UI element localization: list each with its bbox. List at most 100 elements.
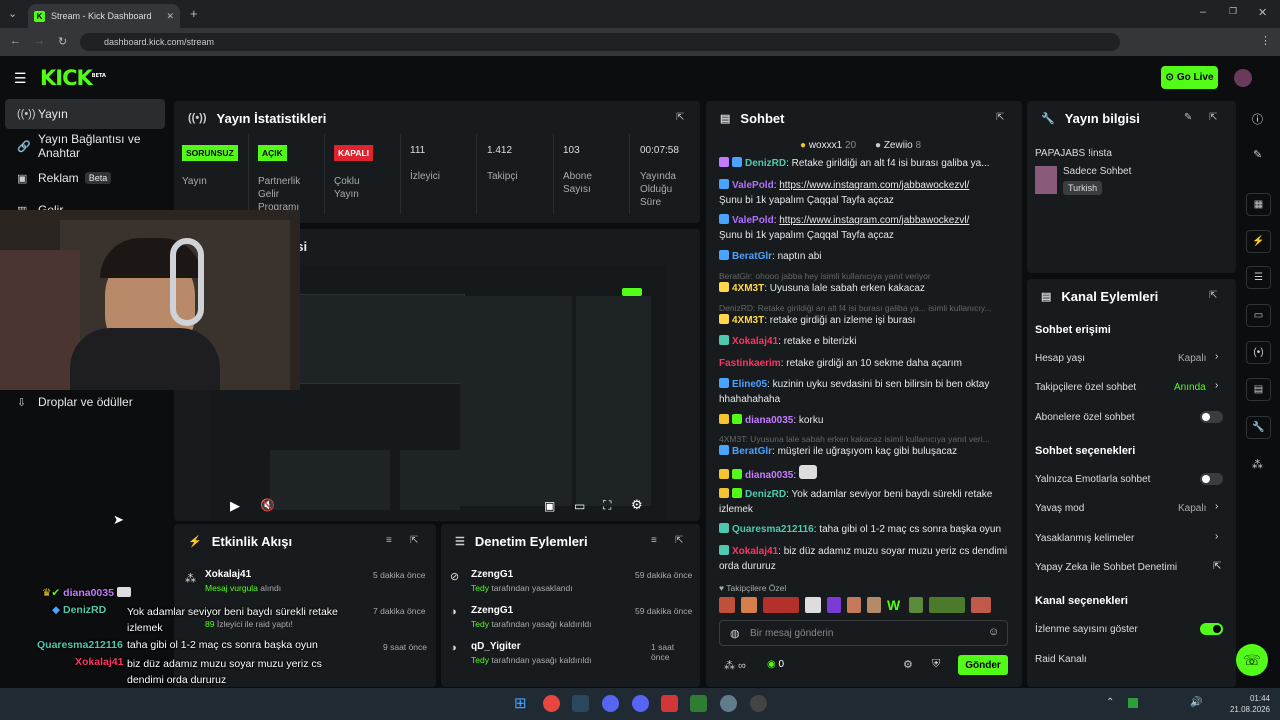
emoji-icon[interactable]: ☺ [988, 626, 999, 638]
show-viewers-toggle[interactable] [1200, 623, 1223, 635]
sidebar-item-ads[interactable]: ▣ Reklam Beta [5, 163, 165, 193]
popout-icon[interactable]: ⇱ [676, 112, 684, 123]
edit-icon[interactable]: ✎ [1184, 112, 1192, 123]
discord-icon[interactable] [632, 695, 649, 712]
fullscreen-icon[interactable]: ⛶ [603, 498, 611, 513]
windows-start-icon[interactable]: ⊞ [514, 695, 531, 712]
overlay-chat-text: Yok adamlar seviyor beni baydı sürekli r… [127, 606, 338, 634]
overlay-chat-line: Quaresma212116 [37, 639, 123, 651]
webcam-overlay [0, 210, 300, 390]
ai-moderation-row[interactable]: Yapay Zeka ile Sohbet Denetimi [1035, 562, 1177, 573]
minimize-icon[interactable]: – [1200, 6, 1206, 18]
actions-icon: ▤ [1041, 290, 1052, 303]
go-live-button[interactable]: ⊙ Go Live [1161, 66, 1218, 89]
chat-message: Quaresma212116: taha gibi ol 1-2 maç cs … [719, 522, 1009, 537]
gear-icon[interactable]: ⚙ [903, 658, 913, 671]
mute-icon[interactable]: 🔇 [260, 498, 275, 512]
emote-only-toggle[interactable] [1200, 473, 1223, 485]
tray-app-icon[interactable] [1128, 698, 1138, 708]
category-name: Sadece Sohbet [1063, 166, 1132, 177]
tray-chevron-icon[interactable]: ⌃ [1106, 697, 1114, 708]
rail-mod-icon[interactable]: ▤ [1246, 378, 1271, 401]
link-icon[interactable]: ⁂ ∞ [724, 659, 746, 672]
slow-mode-row[interactable]: Yavaş mod [1035, 503, 1084, 514]
steam-icon[interactable] [572, 695, 589, 712]
popout-icon[interactable]: ⇱ [1209, 112, 1217, 123]
followers-chat-row[interactable]: Takipçilere özel sohbet [1035, 382, 1136, 393]
sidebar-item-stream-key[interactable]: 🔗 Yayın Bağlantısı ve Anahtar [5, 131, 165, 161]
hamburger-icon[interactable]: ☰ [14, 70, 27, 87]
ad-icon: ▣ [17, 172, 28, 185]
mod-shield-icon[interactable]: ⛨ [932, 658, 940, 671]
mouse-cursor-icon: ➤ [113, 512, 124, 527]
gear-icon[interactable]: ⚙ [631, 497, 643, 513]
play-icon[interactable]: ▶ [230, 498, 240, 514]
raid-row[interactable]: Raid Kanalı [1035, 654, 1087, 665]
avatar[interactable] [1234, 69, 1252, 87]
divider [629, 134, 630, 214]
volume-icon[interactable]: 🔊 [1190, 697, 1202, 708]
reload-icon[interactable]: ↻ [58, 35, 67, 48]
chat-input[interactable]: ◍ Bir mesaj gönderin ☺ [719, 620, 1008, 646]
kick-logo[interactable]: KICKBETA [40, 66, 106, 90]
chrome-icon[interactable] [543, 695, 560, 712]
sidebar-item-drops[interactable]: ⇩ Droplar ve ödüller [5, 387, 165, 417]
emote-icon [719, 597, 735, 613]
chat-message: diana0035: [719, 465, 1009, 483]
emote-bar[interactable]: W [719, 597, 1004, 613]
chevron-right-icon[interactable]: › [1215, 351, 1218, 362]
popout-icon[interactable]: ⇱ [675, 535, 683, 546]
theater-icon[interactable]: ▭ [574, 499, 585, 513]
forward-icon[interactable]: → [34, 35, 45, 47]
account-age-row[interactable]: Hesap yaşı [1035, 353, 1085, 364]
chat-message: ValePold: https://www.instagram.com/jabb… [719, 214, 970, 241]
chevron-right-icon[interactable]: › [1215, 501, 1218, 512]
rail-more-icon[interactable]: ⁂ [1252, 458, 1263, 471]
close-tab-icon[interactable]: ✕ [166, 11, 174, 22]
banned-words-row[interactable]: Yasaklanmış kelimeler [1035, 533, 1134, 544]
rail-broadcast-icon[interactable]: (•) [1246, 341, 1271, 364]
rail-stats-icon[interactable]: ▦ [1246, 193, 1271, 216]
sidebar-item-yayin[interactable]: ((•)) Yayın [5, 99, 165, 129]
popout-icon[interactable]: ⇱ [410, 535, 418, 546]
chat-header: ▤ Sohbet [720, 110, 785, 126]
obs-icon[interactable] [750, 695, 767, 712]
rail-bolt-icon[interactable]: ⚡ [1246, 230, 1271, 253]
filter-icon[interactable]: ≡ [386, 535, 392, 546]
account-age-value: Kapalı [1178, 353, 1207, 364]
xbox-icon[interactable] [690, 695, 707, 712]
stream-info-panel: 🔧 Yayın bilgisi ✎ ⇱ [1027, 101, 1236, 273]
chat-link[interactable]: https://www.instagram.com/jabbawockezvl/ [779, 215, 969, 226]
clock[interactable]: 01:44 21.08.2026 [1228, 693, 1270, 715]
broadcast-icon: ((•)) [188, 112, 207, 124]
filter-icon[interactable]: ≡ [651, 535, 657, 546]
new-tab-icon[interactable]: + [190, 6, 198, 21]
discord-icon[interactable] [602, 695, 619, 712]
close-window-icon[interactable]: ✕ [1258, 6, 1267, 19]
external-link-icon[interactable]: ⇱ [1213, 561, 1221, 572]
menu-icon[interactable]: ⋮ [1260, 34, 1271, 47]
rail-chat-icon[interactable]: ▭ [1246, 304, 1271, 327]
tab-list-icon[interactable]: ⌄ [8, 7, 17, 20]
back-icon[interactable]: ← [10, 35, 21, 47]
chevron-right-icon[interactable]: › [1215, 380, 1218, 391]
riot-icon[interactable] [661, 695, 678, 712]
popout-icon[interactable]: ⇱ [1209, 290, 1217, 301]
tag[interactable]: Turkish [1063, 181, 1103, 195]
subs-chat-toggle[interactable] [1200, 411, 1223, 423]
chevron-right-icon[interactable]: › [1215, 531, 1218, 542]
rail-wrench-icon[interactable]: 🔧 [1246, 416, 1271, 439]
emote-icon [929, 597, 965, 613]
send-button[interactable]: Gönder [958, 655, 1008, 675]
rail-list-icon[interactable]: ☰ [1246, 266, 1271, 289]
settings-icon[interactable] [720, 695, 737, 712]
pip-icon[interactable]: ▣ [544, 499, 555, 513]
info-icon[interactable]: ⓘ [1252, 111, 1263, 127]
chat-link[interactable]: https://www.instagram.com/jabbawockezvl/ [779, 180, 969, 191]
restore-icon[interactable]: ❐ [1229, 6, 1237, 17]
popout-icon[interactable]: ⇱ [996, 112, 1004, 123]
browser-tab[interactable]: K Stream - Kick Dashboard ✕ [28, 4, 180, 28]
support-button[interactable]: ☏ [1236, 644, 1268, 676]
url-field[interactable]: dashboard.kick.com/stream [80, 33, 1120, 51]
pencil-icon[interactable]: ✎ [1253, 148, 1262, 161]
